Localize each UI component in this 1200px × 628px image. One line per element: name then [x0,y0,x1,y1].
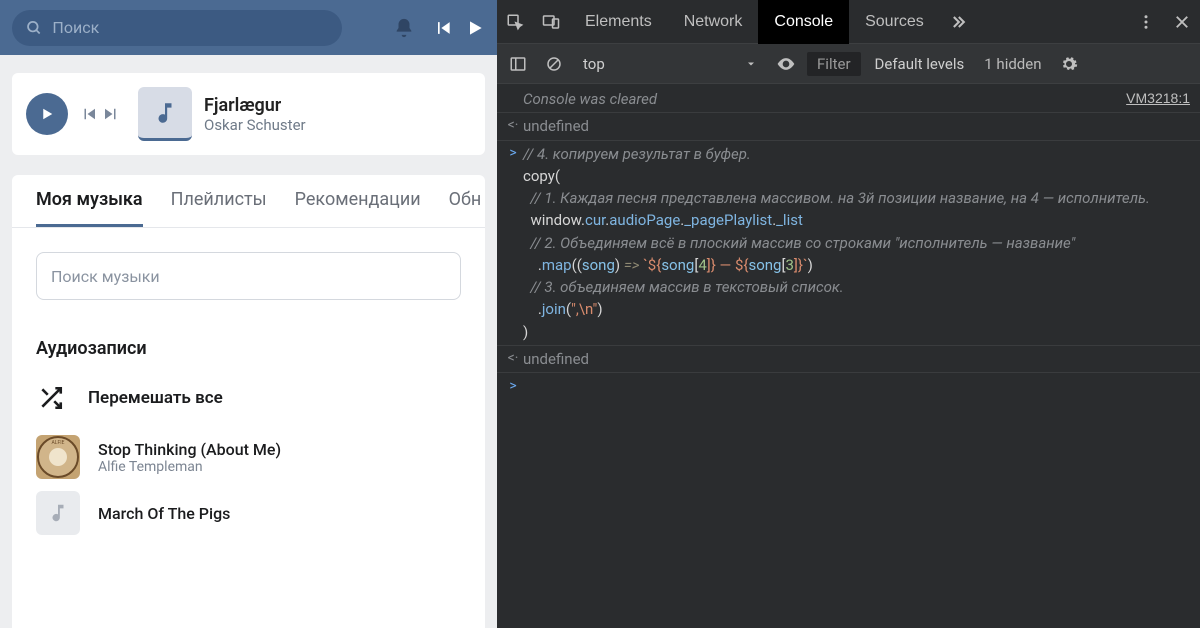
console-filter-input[interactable]: Filter [807,52,861,76]
gear-icon [1060,55,1078,73]
return-icon: <· [503,116,523,136]
eye-icon [776,54,796,74]
code-line: .join(",\n") [523,299,1190,319]
device-toolbar-button[interactable] [533,0,569,44]
tab-sources[interactable]: Sources [849,0,940,44]
vk-pane: Fjarlægur Oskar Schuster Моя музыка Плей… [0,0,497,628]
kebab-icon [1137,13,1155,31]
clear-icon [545,55,563,73]
tab-updates[interactable]: Обн [449,189,482,227]
console-value: undefined [523,116,1190,136]
return-icon: <· [503,349,523,369]
close-icon [1173,13,1191,31]
clear-console-button[interactable] [539,49,569,79]
now-playing-artist: Oskar Schuster [204,116,306,134]
now-playing-thumbnail [138,87,192,141]
chevrons-right-icon [948,12,968,32]
prompt-icon: > [503,377,523,396]
skip-back-icon [433,18,453,38]
play-icon [38,105,56,123]
search-icon [26,19,42,37]
notifications-button[interactable] [387,17,421,39]
sidebar-toggle-button[interactable] [503,49,533,79]
console-settings-button[interactable] [1054,49,1084,79]
code-line: .map((song) => `${song[4]} — ${song[3]}`… [523,255,1190,275]
chevron-down-icon [745,58,757,70]
music-note-icon [152,100,178,126]
devices-icon [541,13,561,31]
now-playing-play-button[interactable] [26,93,68,135]
console-toolbar: top Filter Default levels 1 hidden [497,44,1200,84]
live-expression-button[interactable] [771,49,801,79]
code-line: // 2. Объединяем всё в плоский массив со… [523,233,1190,253]
code-line: // 4. копируем результат в буфер. [523,144,1190,164]
svg-text:ALFIE: ALFIE [52,440,65,446]
code-line: ) [523,322,1190,342]
tab-network[interactable]: Network [668,0,759,44]
now-playing-card: Fjarlægur Oskar Schuster [12,73,485,155]
play-icon [465,17,485,39]
console-cleared-message: Console was cleared [523,89,1126,109]
track-artist: Alfie Templeman [98,459,281,475]
tab-elements[interactable]: Elements [569,0,668,44]
hidden-count[interactable]: 1 hidden [978,55,1047,73]
global-search-input[interactable] [52,18,328,37]
header-prev-button[interactable] [429,18,457,38]
music-note-icon [47,502,69,524]
track-title: March Of The Pigs [98,504,230,523]
inspect-element-button[interactable] [497,0,533,44]
inspect-icon [506,13,524,31]
console-value: undefined [523,349,1190,369]
context-value: top [583,55,605,73]
now-playing-title: Fjarlægur [204,95,306,116]
bell-icon [393,17,415,39]
music-search-input[interactable] [51,267,446,286]
source-link[interactable]: VM3218:1 [1126,89,1190,109]
devtools-tabbar: Elements Network Console Sources [497,0,1200,44]
shuffle-icon [38,385,64,411]
console-output[interactable]: Console was cleared VM3218:1 <· undefine… [497,84,1200,628]
header-play-button[interactable] [465,17,485,39]
skip-forward-icon [102,105,120,123]
track-row[interactable]: March Of The Pigs [12,485,485,541]
skip-back-icon [80,105,98,123]
log-levels-dropdown[interactable]: Default levels [867,55,973,73]
devtools-menu-button[interactable] [1128,0,1164,44]
prompt-icon: > [503,144,523,164]
track-thumbnail [36,491,80,535]
music-search[interactable] [36,252,461,300]
console-input[interactable] [523,376,1190,396]
section-title-audio: Аудиозаписи [36,338,461,359]
tab-recommendations[interactable]: Рекомендации [295,189,421,227]
code-line: // 1. Каждая песня представлена массивом… [523,188,1190,208]
mini-next-button[interactable] [102,105,120,123]
more-tabs-button[interactable] [940,0,976,44]
tab-my-music[interactable]: Моя музыка [36,189,143,227]
devtools-pane: Elements Network Console Sources top Fil… [497,0,1200,628]
context-selector[interactable]: top [575,55,765,73]
shuffle-label: Перемешать все [88,388,223,408]
track-title: Stop Thinking (About Me) [98,440,281,459]
track-row[interactable]: ALFIE Stop Thinking (About Me) Alfie Tem… [12,429,485,485]
tab-playlists[interactable]: Плейлисты [171,189,267,227]
mini-prev-button[interactable] [80,105,98,123]
devtools-close-button[interactable] [1164,0,1200,44]
shuffle-all-button[interactable]: Перемешать все [12,377,485,429]
music-tabs: Моя музыка Плейлисты Рекомендации Обн [12,181,485,228]
music-card: Моя музыка Плейлисты Рекомендации Обн Ау… [12,175,485,628]
code-line: window.cur.audioPage._pagePlaylist._list [523,210,1190,230]
track-thumbnail: ALFIE [36,435,80,479]
code-line: // 3. объединяем массив в текстовый спис… [523,277,1190,297]
vk-header [0,0,497,55]
tab-console[interactable]: Console [758,0,849,44]
sidebar-icon [509,55,527,73]
code-line: copy( [523,166,1190,186]
global-search[interactable] [12,10,342,46]
